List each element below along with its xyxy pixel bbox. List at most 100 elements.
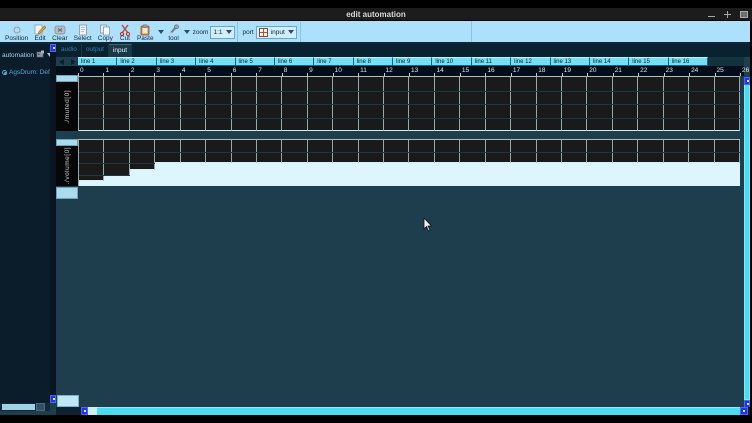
lane-label-volume: ./volume[0] <box>56 146 78 186</box>
line-tab[interactable]: line 6 <box>275 57 314 66</box>
line-tab[interactable]: line 15 <box>629 57 668 66</box>
automation-cell[interactable] <box>613 140 638 186</box>
close-icon[interactable] <box>739 10 748 19</box>
line-tab[interactable]: line 13 <box>551 57 590 66</box>
tab-output[interactable]: output <box>82 44 109 57</box>
automation-cell[interactable] <box>689 140 714 186</box>
automation-cell[interactable] <box>715 140 740 186</box>
automation-cell[interactable] <box>232 140 257 186</box>
hscroll-right-button[interactable] <box>740 407 748 415</box>
automation-cell[interactable] <box>638 140 663 186</box>
ruler-number: 20 <box>589 67 596 75</box>
automation-cell[interactable] <box>511 140 536 186</box>
ruler-number: 4 <box>182 67 186 75</box>
sidebar-header[interactable]: automation <box>0 44 50 65</box>
port-value: input <box>271 29 285 36</box>
toolbar-button-label: Copy <box>98 35 113 42</box>
toolbar-button-label: Position <box>5 35 28 42</box>
tool-dropdown-arrow-icon[interactable] <box>183 22 191 42</box>
copy-button[interactable]: Copy <box>95 22 116 42</box>
ruler-number: 19 <box>564 67 571 75</box>
automation-cell[interactable] <box>155 140 180 186</box>
ruler-number: 0 <box>80 67 84 75</box>
line-tab[interactable]: line 2 <box>117 57 156 66</box>
sidebar-hscroll-box[interactable] <box>36 403 45 411</box>
automation-cell[interactable] <box>308 140 333 186</box>
line-tab[interactable]: line 8 <box>354 57 393 66</box>
clear-button[interactable]: Clear <box>49 22 71 42</box>
scope-tabs: audiooutputinput <box>56 44 750 57</box>
automation-cell[interactable] <box>537 140 562 186</box>
ruler-number: 21 <box>615 67 622 75</box>
ruler-tick <box>740 73 741 76</box>
sidebar-header-label: automation <box>2 52 34 59</box>
ruler-number: 1 <box>105 67 109 75</box>
horizontal-scrollbar-thumb[interactable] <box>97 407 740 415</box>
automation-cell[interactable] <box>181 140 206 186</box>
automation-cell[interactable] <box>664 140 689 186</box>
zoom-combo[interactable]: 1:1 <box>210 26 234 39</box>
line-tab[interactable]: line 5 <box>236 57 275 66</box>
automation-cell[interactable] <box>486 140 511 186</box>
automation-cell[interactable] <box>282 140 307 186</box>
scroll-up-button[interactable] <box>744 77 750 85</box>
select-button[interactable]: Select <box>71 22 95 42</box>
zoom-label: zoom <box>193 29 209 36</box>
line-tab[interactable]: line 3 <box>157 57 196 66</box>
automation-cell[interactable] <box>562 140 587 186</box>
scroll-left-button[interactable] <box>56 57 67 66</box>
sidebar-item-label: AgsDrum: Defau <box>9 69 50 76</box>
grid-line <box>79 91 740 92</box>
line-tab[interactable]: line 10 <box>432 57 471 66</box>
line-tab[interactable]: line 11 <box>472 57 511 66</box>
sidebar-horizontal-scrollbar[interactable] <box>0 403 50 411</box>
automation-cell[interactable] <box>435 140 460 186</box>
line-tab[interactable]: line 16 <box>669 57 708 66</box>
line-tab[interactable]: line 12 <box>511 57 550 66</box>
ruler-number: 25 <box>717 67 724 75</box>
port-grid-icon <box>259 28 268 37</box>
line-tab[interactable]: line 14 <box>590 57 629 66</box>
automation-cell[interactable] <box>257 140 282 186</box>
grid-line <box>79 152 740 153</box>
automation-cell[interactable] <box>460 140 485 186</box>
port-combo[interactable]: input <box>256 26 297 39</box>
vertical-scrollbar-thumb[interactable] <box>744 84 750 400</box>
automation-cell[interactable] <box>206 140 231 186</box>
sidebar-hscroll-thumb[interactable] <box>2 404 35 410</box>
automation-cell[interactable] <box>359 140 384 186</box>
sidebar-item-agsdrum[interactable]: AgsDrum: Defau <box>0 65 50 77</box>
cut-button[interactable]: Cut <box>116 22 134 42</box>
scroll-right-button[interactable] <box>67 57 78 66</box>
tool-label: tool <box>168 35 178 42</box>
automation-grid-volume[interactable] <box>78 139 740 186</box>
port-label: port <box>243 29 254 36</box>
sidebar-scroll-down-button[interactable] <box>50 395 56 403</box>
toolbar-button-label: Paste <box>137 35 154 42</box>
edit-button[interactable]: Edit <box>31 22 49 42</box>
paste-button[interactable]: Paste <box>134 22 157 42</box>
edit-automation-window: edit automation PositionEditClearSelectC… <box>0 0 752 423</box>
minimize-icon[interactable] <box>707 10 716 19</box>
line-tab[interactable]: line 1 <box>78 57 117 66</box>
automation-cell[interactable] <box>384 140 409 186</box>
automation-cell[interactable] <box>409 140 434 186</box>
line-tab[interactable]: line 9 <box>393 57 432 66</box>
titlebar: edit automation <box>0 8 752 21</box>
line-tab[interactable]: line 4 <box>196 57 235 66</box>
ruler-number: 6 <box>233 67 237 75</box>
copy-icon <box>99 23 111 35</box>
hscroll-left-button[interactable] <box>81 407 88 415</box>
automation-grid-muted[interactable] <box>78 76 740 131</box>
ruler-number: 11 <box>360 67 367 75</box>
tool-button[interactable]: tool <box>165 22 183 42</box>
ruler-number: 14 <box>436 67 443 75</box>
line-tab[interactable]: line 7 <box>314 57 353 66</box>
paste-dropdown-arrow-icon[interactable] <box>157 22 165 42</box>
position-button[interactable]: Position <box>2 22 31 42</box>
tab-audio[interactable]: audio <box>57 44 82 57</box>
automation-cell[interactable] <box>587 140 612 186</box>
tab-input[interactable]: input <box>109 44 132 57</box>
automation-cell[interactable] <box>333 140 358 186</box>
maximize-icon[interactable] <box>723 10 732 19</box>
